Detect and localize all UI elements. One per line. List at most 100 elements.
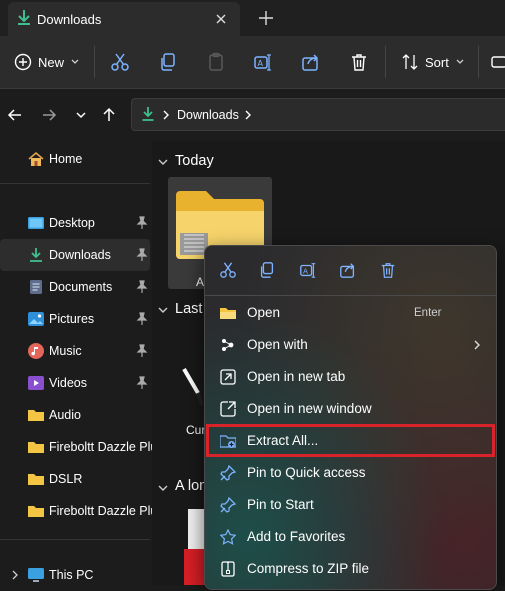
sidebar-item-label: DSLR xyxy=(49,472,83,486)
menu-item-label: Open with xyxy=(247,337,308,352)
cut-button[interactable] xyxy=(217,259,239,281)
menu-item-label: Open in new tab xyxy=(247,369,346,384)
trash-icon xyxy=(352,54,366,71)
star-icon xyxy=(219,528,237,545)
chevron-down-icon xyxy=(76,112,86,119)
svg-text:A: A xyxy=(303,267,308,276)
sort-icon xyxy=(402,54,418,70)
delete-button[interactable] xyxy=(377,259,399,281)
menu-item-label: Open xyxy=(247,305,281,320)
download-icon xyxy=(16,9,32,30)
new-window-icon xyxy=(220,401,236,417)
back-button[interactable] xyxy=(4,104,26,126)
view-button[interactable] xyxy=(489,49,505,75)
chevron-right-icon xyxy=(473,339,481,354)
trash-icon xyxy=(381,263,395,278)
folder-icon xyxy=(28,439,44,455)
group-header-a-long-time-ago[interactable]: A lon xyxy=(175,478,207,494)
delete-button[interactable] xyxy=(349,49,369,75)
rename-icon: A xyxy=(300,263,316,278)
pin-icon xyxy=(136,216,148,230)
sidebar-item-label: Music xyxy=(49,344,82,358)
tab-downloads[interactable]: Downloads xyxy=(8,2,240,36)
menu-item-label: Compress to ZIP file xyxy=(247,561,370,576)
sidebar-item-desktop[interactable]: Desktop xyxy=(0,207,150,239)
sidebar-item-videos[interactable]: Videos xyxy=(0,367,150,399)
share-icon xyxy=(302,54,319,71)
sidebar-item-this-pc[interactable]: This PC xyxy=(0,559,150,591)
pin-icon xyxy=(136,280,148,294)
sidebar-item-audio[interactable]: Audio xyxy=(0,399,150,431)
computer-icon xyxy=(28,567,44,583)
close-tab-icon[interactable] xyxy=(212,10,230,28)
menu-item-shortcut: Enter xyxy=(414,307,442,319)
cut-button[interactable] xyxy=(110,49,130,75)
up-button[interactable] xyxy=(98,104,120,126)
copy-button[interactable] xyxy=(256,259,278,281)
paste-button[interactable] xyxy=(206,49,226,75)
menu-item-add-to-favorites[interactable]: Add to Favorites xyxy=(205,521,496,553)
navigation-bar: Downloads xyxy=(0,89,505,141)
pin-icon xyxy=(136,344,148,358)
copy-button[interactable] xyxy=(158,49,178,75)
chevron-down-icon[interactable] xyxy=(157,482,169,494)
sidebar-item-downloads[interactable]: Downloads xyxy=(0,239,150,271)
pictures-icon xyxy=(28,311,44,327)
breadcrumb-separator-icon[interactable] xyxy=(244,109,252,123)
sidebar-item-fireboltt-1[interactable]: Fireboltt Dazzle Plu xyxy=(0,431,157,463)
sort-button[interactable]: Sort xyxy=(401,49,465,75)
file-thumbnail-icon xyxy=(182,367,206,410)
pin-icon xyxy=(220,496,237,513)
desktop-icon xyxy=(28,215,44,231)
open-with-icon xyxy=(220,337,236,353)
new-tab-button[interactable] xyxy=(256,8,276,28)
scissors-icon xyxy=(220,262,236,278)
folder-open-icon xyxy=(220,305,236,321)
share-button[interactable] xyxy=(301,49,321,75)
forward-button[interactable] xyxy=(38,104,60,126)
videos-icon xyxy=(28,375,44,391)
menu-item-pin-to-start[interactable]: Pin to Start xyxy=(205,489,496,521)
sidebar-item-home[interactable]: Home xyxy=(0,143,150,175)
folder-icon xyxy=(28,503,44,519)
chevron-down-icon[interactable] xyxy=(157,304,169,316)
sidebar-item-pictures[interactable]: Pictures xyxy=(0,303,150,335)
chevron-down-icon xyxy=(71,59,79,64)
folder-icon xyxy=(28,407,44,423)
toolbar-divider xyxy=(478,46,479,78)
menu-item-pin-to-quick-access[interactable]: Pin to Quick access xyxy=(205,457,496,489)
documents-icon xyxy=(28,279,44,295)
pin-icon xyxy=(136,376,148,390)
menu-item-open-in-new-tab[interactable]: Open in new tab xyxy=(205,361,496,393)
share-button[interactable] xyxy=(337,259,359,281)
group-header-today[interactable]: Today xyxy=(175,153,214,169)
pin-icon xyxy=(136,312,148,326)
toolbar-divider xyxy=(385,46,386,78)
new-button[interactable]: New xyxy=(14,49,80,75)
sidebar-item-fireboltt-2[interactable]: Fireboltt Dazzle Plu xyxy=(0,495,157,527)
sidebar-item-documents[interactable]: Documents xyxy=(0,271,150,303)
pin-icon xyxy=(220,464,237,481)
sidebar-item-music[interactable]: Music xyxy=(0,335,150,367)
rename-button[interactable]: A xyxy=(253,49,273,75)
menu-item-compress-to-zip[interactable]: Compress to ZIP file xyxy=(205,553,496,585)
file-name: Cur xyxy=(186,423,206,437)
new-tab-icon xyxy=(220,369,236,385)
menu-item-open-in-new-window[interactable]: Open in new window xyxy=(205,393,496,425)
breadcrumb-downloads[interactable]: Downloads xyxy=(177,108,239,122)
group-header-last[interactable]: Last xyxy=(175,301,202,317)
chevron-down-icon[interactable] xyxy=(157,156,169,168)
sidebar-divider xyxy=(0,183,150,184)
title-bar: Downloads xyxy=(0,0,505,36)
rename-button[interactable]: A xyxy=(297,259,319,281)
chevron-right-icon[interactable] xyxy=(10,569,20,583)
sidebar-item-dslr[interactable]: DSLR xyxy=(0,463,150,495)
arrow-left-icon xyxy=(7,109,21,121)
file-name: A xyxy=(196,275,205,289)
recent-locations-button[interactable] xyxy=(70,104,92,126)
menu-item-open-with[interactable]: Open with xyxy=(205,329,496,361)
menu-item-open[interactable]: Open Enter xyxy=(205,297,496,329)
copy-icon xyxy=(161,53,175,71)
address-bar[interactable]: Downloads xyxy=(131,98,505,131)
navigation-pane: Home Desktop Downloads Documents Picture… xyxy=(0,141,157,585)
